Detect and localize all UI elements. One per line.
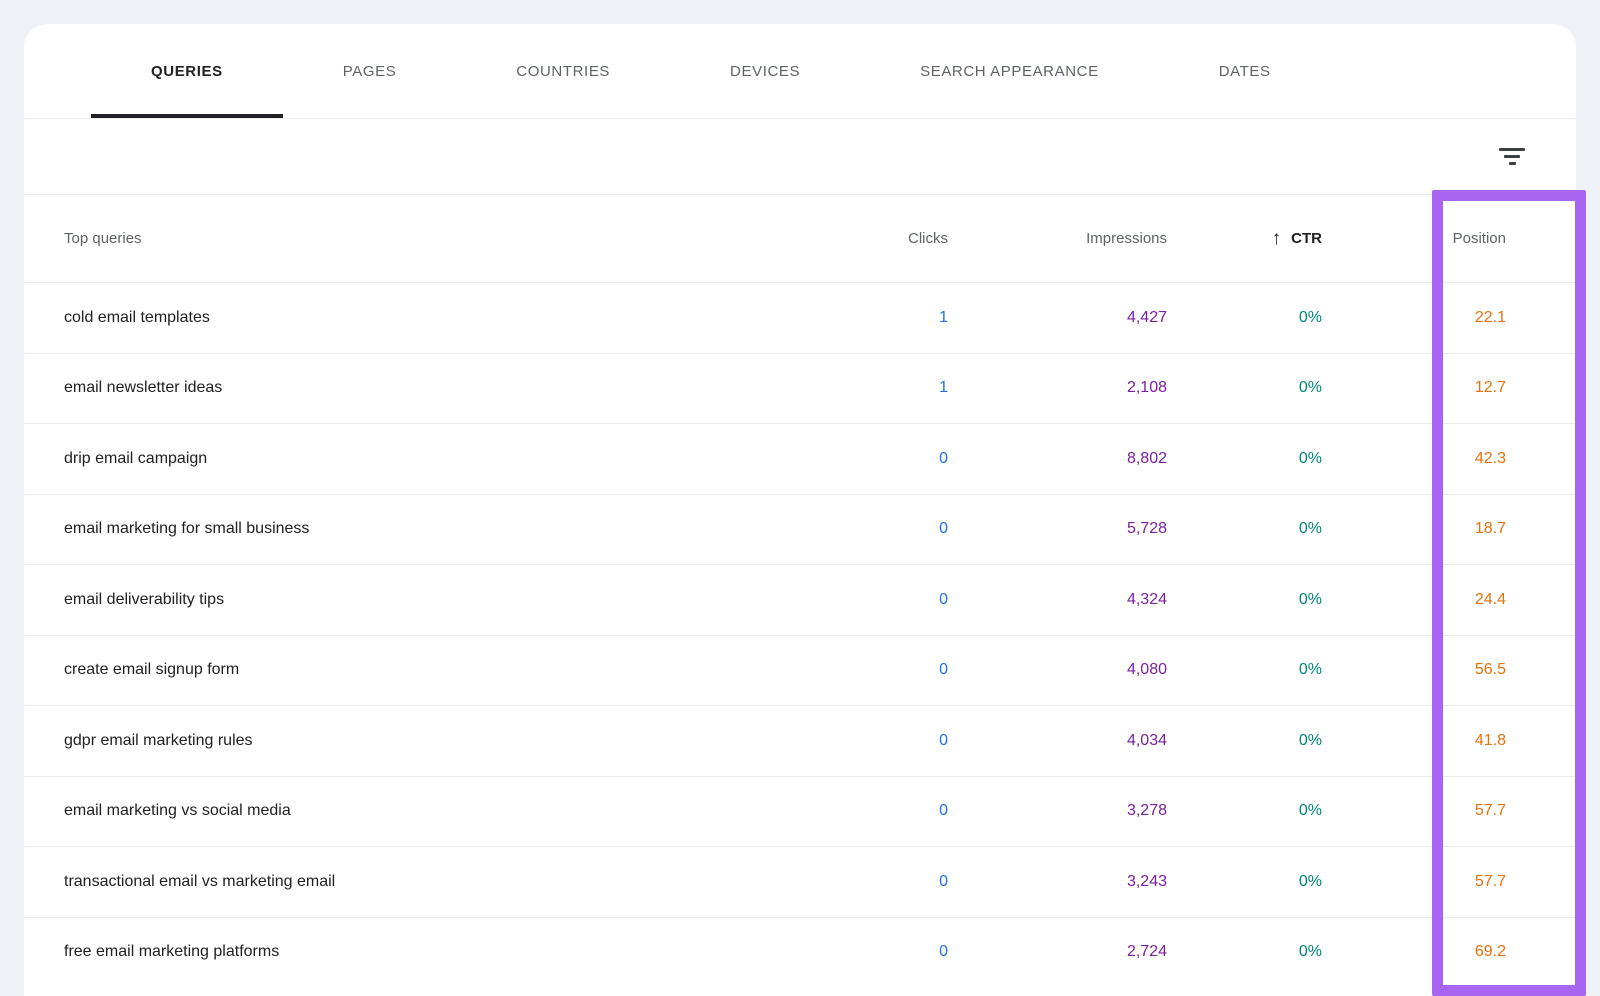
ctr-cell: 0% (1167, 873, 1322, 891)
column-header-top-queries[interactable]: Top queries (24, 230, 748, 247)
query-cell: transactional email vs marketing email (24, 873, 748, 891)
column-header-clicks[interactable]: Clicks (748, 230, 948, 247)
table-row[interactable]: email marketing vs social media 0 3,278 … (24, 776, 1576, 847)
impressions-cell: 3,278 (948, 802, 1167, 820)
table-body: cold email templates 1 4,427 0% 22.1 ema… (24, 282, 1576, 987)
query-cell: free email marketing platforms (24, 943, 748, 961)
position-cell: 42.3 (1322, 450, 1576, 468)
clicks-cell: 0 (748, 661, 948, 679)
table-row[interactable]: drip email campaign 0 8,802 0% 42.3 (24, 423, 1576, 494)
table-row[interactable]: cold email templates 1 4,427 0% 22.1 (24, 282, 1576, 353)
tab-search-appearance[interactable]: SEARCH APPEARANCE (860, 24, 1159, 118)
impressions-cell: 5,728 (948, 520, 1167, 538)
query-cell: email marketing vs social media (24, 802, 748, 820)
ctr-cell: 0% (1167, 943, 1322, 961)
impressions-cell: 4,080 (948, 661, 1167, 679)
column-header-position[interactable]: Position (1322, 230, 1576, 247)
query-cell: create email signup form (24, 661, 748, 679)
table-row[interactable]: email marketing for small business 0 5,7… (24, 494, 1576, 565)
query-cell: drip email campaign (24, 450, 748, 468)
impressions-cell: 4,034 (948, 732, 1167, 750)
impressions-cell: 4,324 (948, 591, 1167, 609)
tab-countries[interactable]: COUNTRIES (456, 24, 670, 118)
impressions-cell: 3,243 (948, 873, 1167, 891)
ctr-cell: 0% (1167, 450, 1322, 468)
filter-icon (1499, 148, 1525, 151)
position-cell: 24.4 (1322, 591, 1576, 609)
query-cell: email newsletter ideas (24, 379, 748, 397)
impressions-cell: 2,108 (948, 379, 1167, 397)
query-cell: email marketing for small business (24, 520, 748, 538)
ctr-cell: 0% (1167, 802, 1322, 820)
ctr-cell: 0% (1167, 591, 1322, 609)
clicks-cell: 0 (748, 802, 948, 820)
position-cell: 12.7 (1322, 379, 1576, 397)
table-row[interactable]: gdpr email marketing rules 0 4,034 0% 41… (24, 705, 1576, 776)
clicks-cell: 0 (748, 873, 948, 891)
clicks-cell: 0 (748, 591, 948, 609)
impressions-cell: 2,724 (948, 943, 1167, 961)
impressions-cell: 4,427 (948, 309, 1167, 327)
table-row[interactable]: create email signup form 0 4,080 0% 56.5 (24, 635, 1576, 706)
column-header-ctr[interactable]: ↑ CTR (1167, 229, 1322, 248)
table-row[interactable]: transactional email vs marketing email 0… (24, 846, 1576, 917)
ctr-header-label: CTR (1291, 230, 1322, 247)
queries-table: Top queries Clicks Impressions ↑ CTR Pos… (24, 195, 1576, 987)
ctr-cell: 0% (1167, 732, 1322, 750)
table-row[interactable]: email newsletter ideas 1 2,108 0% 12.7 (24, 353, 1576, 424)
ctr-cell: 0% (1167, 661, 1322, 679)
ctr-cell: 0% (1167, 520, 1322, 538)
clicks-cell: 0 (748, 732, 948, 750)
position-cell: 69.2 (1322, 943, 1576, 961)
table-row[interactable]: free email marketing platforms 0 2,724 0… (24, 917, 1576, 988)
clicks-cell: 1 (748, 379, 948, 397)
ctr-cell: 0% (1167, 309, 1322, 327)
clicks-cell: 1 (748, 309, 948, 327)
tab-devices[interactable]: DEVICES (670, 24, 860, 118)
tab-pages[interactable]: PAGES (283, 24, 457, 118)
clicks-cell: 0 (748, 943, 948, 961)
dimension-tab-bar: QUERIES PAGES COUNTRIES DEVICES SEARCH A… (24, 24, 1576, 119)
query-cell: email deliverability tips (24, 591, 748, 609)
position-cell: 18.7 (1322, 520, 1576, 538)
position-cell: 22.1 (1322, 309, 1576, 327)
tab-queries[interactable]: QUERIES (91, 24, 283, 118)
table-header-row: Top queries Clicks Impressions ↑ CTR Pos… (24, 195, 1576, 282)
clicks-cell: 0 (748, 450, 948, 468)
position-cell: 56.5 (1322, 661, 1576, 679)
query-cell: gdpr email marketing rules (24, 732, 748, 750)
clicks-cell: 0 (748, 520, 948, 538)
filter-button[interactable] (1495, 144, 1529, 170)
position-cell: 57.7 (1322, 873, 1576, 891)
tab-dates[interactable]: DATES (1159, 24, 1331, 118)
impressions-cell: 8,802 (948, 450, 1167, 468)
position-cell: 57.7 (1322, 802, 1576, 820)
ctr-cell: 0% (1167, 379, 1322, 397)
query-cell: cold email templates (24, 309, 748, 327)
column-header-impressions[interactable]: Impressions (948, 230, 1167, 247)
sort-ascending-icon: ↑ (1272, 229, 1282, 248)
table-toolbar (24, 119, 1576, 195)
position-cell: 41.8 (1322, 732, 1576, 750)
table-row[interactable]: email deliverability tips 0 4,324 0% 24.… (24, 564, 1576, 635)
performance-report-card: QUERIES PAGES COUNTRIES DEVICES SEARCH A… (24, 24, 1576, 996)
